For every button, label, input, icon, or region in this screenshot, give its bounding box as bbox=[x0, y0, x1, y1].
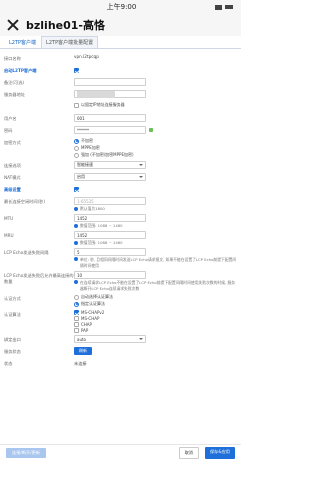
advanced-settings-checkbox[interactable] bbox=[74, 187, 79, 192]
enable-client-label: 启动L2TP客户端 bbox=[4, 68, 37, 73]
interface-name-label: 接口名称 bbox=[4, 56, 21, 61]
mtu-input[interactable]: 1452 bbox=[74, 214, 146, 222]
auth-specify-radio[interactable] bbox=[74, 301, 79, 307]
battery-icon bbox=[225, 5, 233, 9]
chevron-down-icon bbox=[139, 338, 143, 340]
info-icon bbox=[74, 224, 78, 228]
username-input[interactable]: 001 bbox=[74, 114, 146, 122]
interface-name-value: vpn.l2tpcqp bbox=[74, 54, 99, 59]
connect-option-label: 连接选项 bbox=[4, 163, 21, 168]
username-label: 用户名 bbox=[4, 116, 17, 121]
fixed-ip-spacer bbox=[4, 102, 74, 104]
auth-specify-label: 指定认证算法 bbox=[81, 301, 105, 306]
nat-mode-select[interactable]: 启用 bbox=[74, 173, 146, 181]
page-title: bzlihe01-高恪 bbox=[26, 19, 105, 32]
chevron-down-icon bbox=[139, 176, 143, 178]
lcp-interval-label: LCP Echo发送失败间隔 bbox=[4, 250, 49, 255]
mru-input[interactable]: 1452 bbox=[74, 231, 146, 239]
chap-checkbox[interactable] bbox=[74, 322, 79, 327]
status-bar: 上午9:00 bbox=[0, 0, 241, 14]
connect-option-value: 智能接速 bbox=[77, 162, 93, 167]
idle-time-hint: 默认值为1800 bbox=[80, 206, 105, 211]
nat-mode-value: 启用 bbox=[77, 174, 85, 179]
encryption-auto-radio[interactable] bbox=[74, 152, 79, 158]
encryption-none-radio[interactable] bbox=[74, 138, 79, 144]
server-address-label: 服务器地址 bbox=[4, 92, 25, 97]
mtu-hint: 数值范围: 1088 ~ 1460 bbox=[80, 223, 123, 228]
connect-button[interactable]: 连接/断开/更新 bbox=[6, 447, 46, 458]
bind-outlet-select[interactable]: auto bbox=[74, 335, 146, 343]
tab-bar: L2TP客户端 L2TP客户端批量配置 bbox=[0, 36, 241, 49]
l2tp-form: 接口名称 vpn.l2tpcqp 启动L2TP客户端 备注(可选) 服务器地址 … bbox=[0, 49, 241, 369]
redacted-block bbox=[77, 90, 115, 98]
info-icon bbox=[74, 257, 78, 261]
fixed-ip-label: 以固定IP地址连接服务器 bbox=[81, 102, 125, 107]
auth-algo-label: 认证算法 bbox=[4, 312, 21, 317]
nat-mode-label: NAT模式 bbox=[4, 175, 21, 180]
pap-label: PAP bbox=[81, 328, 89, 333]
enable-client-checkbox[interactable] bbox=[74, 68, 79, 73]
lcp-interval-input[interactable]: 5 bbox=[74, 248, 146, 256]
refresh-button[interactable]: 刷新 bbox=[74, 347, 92, 355]
encryption-mppe-radio[interactable] bbox=[74, 145, 79, 151]
title-bar: bzlihe01-高恪 bbox=[0, 14, 241, 36]
mru-label: MRU bbox=[4, 233, 14, 238]
save-apply-button[interactable]: 保存&应用 bbox=[204, 446, 235, 459]
auth-auto-radio[interactable] bbox=[74, 294, 79, 300]
state-value: 未连接 bbox=[74, 361, 87, 366]
mschapv2-checkbox[interactable] bbox=[74, 310, 79, 315]
remark-label: 备注(可选) bbox=[4, 80, 25, 85]
footer-bar: 连接/断开/更新 取消 保存&应用 bbox=[0, 444, 241, 460]
password-label: 密码 bbox=[4, 128, 13, 133]
signal-icon bbox=[215, 4, 222, 10]
remark-input[interactable] bbox=[74, 78, 146, 86]
show-password-icon[interactable] bbox=[149, 128, 153, 132]
server-address-input[interactable] bbox=[74, 90, 146, 98]
mschap-checkbox[interactable] bbox=[74, 316, 79, 321]
auth-auto-label: 自动选择认证算法 bbox=[81, 294, 113, 299]
encryption-auto-label: 强加 (不加密/加密MPPE加密) bbox=[81, 152, 134, 157]
chap-label: CHAP bbox=[81, 322, 92, 327]
advanced-settings-label: 高级设置 bbox=[4, 187, 21, 192]
info-icon bbox=[74, 207, 78, 211]
idle-time-label: 最长连接空闲时间(秒) bbox=[4, 199, 45, 204]
mtu-label: MTU bbox=[4, 216, 14, 221]
encryption-label: 加密方式 bbox=[4, 140, 21, 145]
mru-hint: 数值范围: 1088 ~ 1460 bbox=[80, 240, 123, 245]
bind-outlet-value: auto bbox=[77, 336, 87, 342]
fixed-ip-checkbox[interactable] bbox=[74, 102, 79, 108]
chevron-down-icon bbox=[139, 164, 143, 166]
encryption-none-label: 不加密 bbox=[81, 138, 93, 143]
pap-checkbox[interactable] bbox=[74, 328, 79, 333]
state-label: 状态 bbox=[4, 361, 13, 366]
mschapv2-label: MS-CHAPv2 bbox=[81, 310, 105, 315]
tab-l2tp-batch[interactable]: L2TP客户端批量配置 bbox=[41, 36, 99, 48]
bind-outlet-label: 绑定出口 bbox=[4, 337, 21, 342]
mschap-label: MS-CHAP bbox=[81, 316, 100, 321]
info-icon bbox=[74, 241, 78, 245]
tab-l2tp-client[interactable]: L2TP客户端 bbox=[4, 36, 41, 48]
lcp-failure-label: LCP Echo发送失败后允许最高连接的数量 bbox=[4, 273, 74, 284]
lcp-failure-input[interactable]: 10 bbox=[74, 271, 146, 279]
idle-time-input[interactable]: 1-65535 bbox=[74, 197, 146, 205]
status-time: 上午9:00 bbox=[106, 3, 137, 11]
lcp-failure-hint: 在连续请求LCP Echo不能在设置了LCP Echo前提下配置间隔时间使用失败… bbox=[80, 280, 236, 291]
service-status-label: 服务状态 bbox=[4, 349, 21, 354]
auth-mode-label: 认证方式 bbox=[4, 296, 21, 301]
encryption-mppe-label: MPPE加密 bbox=[81, 145, 100, 150]
close-icon[interactable] bbox=[6, 18, 20, 32]
lcp-interval-hint: 单位: 秒, 且相同间隔时间发送LCP Echo请求报文, 如果不能在设置了LC… bbox=[80, 257, 237, 268]
connect-option-select[interactable]: 智能接速 bbox=[74, 161, 146, 169]
password-input[interactable]: ****** bbox=[74, 126, 146, 134]
cancel-button[interactable]: 取消 bbox=[178, 446, 199, 459]
info-icon bbox=[74, 280, 78, 284]
status-indicators bbox=[215, 4, 233, 10]
